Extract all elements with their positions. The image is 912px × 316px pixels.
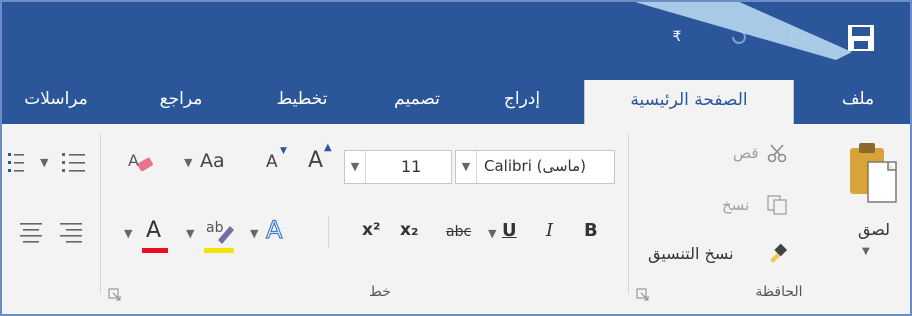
- change-case-dropdown-icon[interactable]: ▼: [184, 156, 192, 169]
- shrink-font-button[interactable]: A: [266, 152, 278, 172]
- font-color-button[interactable]: A: [146, 218, 161, 243]
- copy-icon[interactable]: [766, 194, 788, 216]
- align-right-icon[interactable]: [58, 220, 84, 244]
- font-size-dropdown-icon[interactable]: ▼: [345, 151, 365, 185]
- font-name-value: Calibri (ماسی): [484, 157, 587, 175]
- tab-home[interactable]: الصفحة الرئيسية: [584, 80, 794, 124]
- format-painter-label[interactable]: نسخ التنسيق: [648, 244, 734, 263]
- word-window: ₹ ملف الصفحة الرئيسية إدراج تصميم تخطيط …: [0, 0, 912, 316]
- callout-arrow: [628, 0, 852, 60]
- highlight-pen-icon: [218, 226, 234, 244]
- numbering-icon[interactable]: [6, 150, 24, 176]
- font-name-dropdown-icon[interactable]: ▼: [456, 151, 476, 185]
- copy-label[interactable]: نسخ: [722, 196, 749, 214]
- shrink-font-arrow-icon: ▼: [280, 146, 287, 156]
- align-center-icon[interactable]: [18, 220, 44, 244]
- change-case-button[interactable]: Aa: [200, 150, 225, 172]
- paste-icon: [850, 143, 897, 203]
- font-name-box[interactable]: Calibri (ماسی) ▼: [455, 150, 615, 184]
- grow-font-button[interactable]: A: [308, 148, 323, 173]
- cut-icon[interactable]: [766, 142, 788, 164]
- font-dialog-launcher-icon[interactable]: [108, 288, 122, 302]
- undo-icon[interactable]: [728, 26, 750, 48]
- tab-design[interactable]: تصميم: [372, 74, 462, 124]
- paste-button[interactable]: [842, 140, 904, 210]
- clear-formatting-icon[interactable]: A: [126, 148, 156, 178]
- format-painter-icon[interactable]: [766, 242, 788, 264]
- font-color-bar: [142, 248, 168, 253]
- save-icon[interactable]: [845, 22, 877, 54]
- bullets-icon[interactable]: [60, 150, 88, 176]
- font-color-dropdown-icon[interactable]: ▼: [124, 227, 132, 240]
- customize-qat-button[interactable]: ₹: [668, 28, 686, 46]
- font-group-label: خط: [369, 284, 391, 300]
- superscript-button[interactable]: x²: [362, 220, 380, 240]
- italic-button[interactable]: I: [546, 220, 553, 241]
- ribbon-tabs: ملف الصفحة الرئيسية إدراج تصميم تخطيط مر…: [0, 74, 912, 124]
- font-size-divider: [365, 151, 366, 183]
- underline-dropdown-icon[interactable]: ▼: [488, 227, 496, 240]
- subscript-button[interactable]: x₂: [400, 220, 418, 240]
- clipboard-group-label: الحافظة: [755, 284, 803, 300]
- text-effects-button[interactable]: A: [265, 215, 283, 244]
- font-size-value: 11: [401, 157, 422, 176]
- tab-file[interactable]: ملف: [818, 74, 898, 124]
- highlight-color-bar: [204, 248, 234, 253]
- bold-button[interactable]: B: [584, 220, 598, 241]
- highlight-dropdown-icon[interactable]: ▼: [186, 227, 194, 240]
- clipboard-dialog-launcher-icon[interactable]: [636, 288, 650, 302]
- bullets-dropdown-icon[interactable]: ▼: [40, 156, 48, 169]
- title-bar: ₹: [0, 0, 912, 74]
- text-effects-dropdown-icon[interactable]: ▼: [250, 227, 258, 240]
- group-separator: [628, 134, 629, 294]
- ribbon-body: لصق ▼ قص نسخ نسخ التنسيق الحافظة Calibri…: [0, 124, 912, 316]
- grow-font-arrow-icon: ▲: [324, 142, 332, 153]
- tab-layout[interactable]: تخطيط: [252, 74, 352, 124]
- tab-references[interactable]: مراجع: [136, 74, 226, 124]
- font-name-divider: [476, 151, 477, 183]
- cut-label[interactable]: قص: [733, 144, 759, 162]
- paste-dropdown-arrow[interactable]: ▼: [862, 246, 870, 257]
- tab-mailings[interactable]: مراسلات: [4, 74, 108, 124]
- svg-text:A: A: [128, 151, 139, 170]
- font-row-separator: [328, 216, 329, 248]
- tab-insert[interactable]: إدراج: [482, 74, 562, 124]
- strikethrough-button[interactable]: abc: [446, 224, 471, 240]
- font-size-box[interactable]: 11 ▼: [344, 150, 452, 184]
- paste-label: لصق: [857, 220, 891, 239]
- group-separator-paragraph: [100, 134, 101, 294]
- redo-icon[interactable]: [786, 26, 808, 48]
- underline-button[interactable]: U: [502, 220, 517, 241]
